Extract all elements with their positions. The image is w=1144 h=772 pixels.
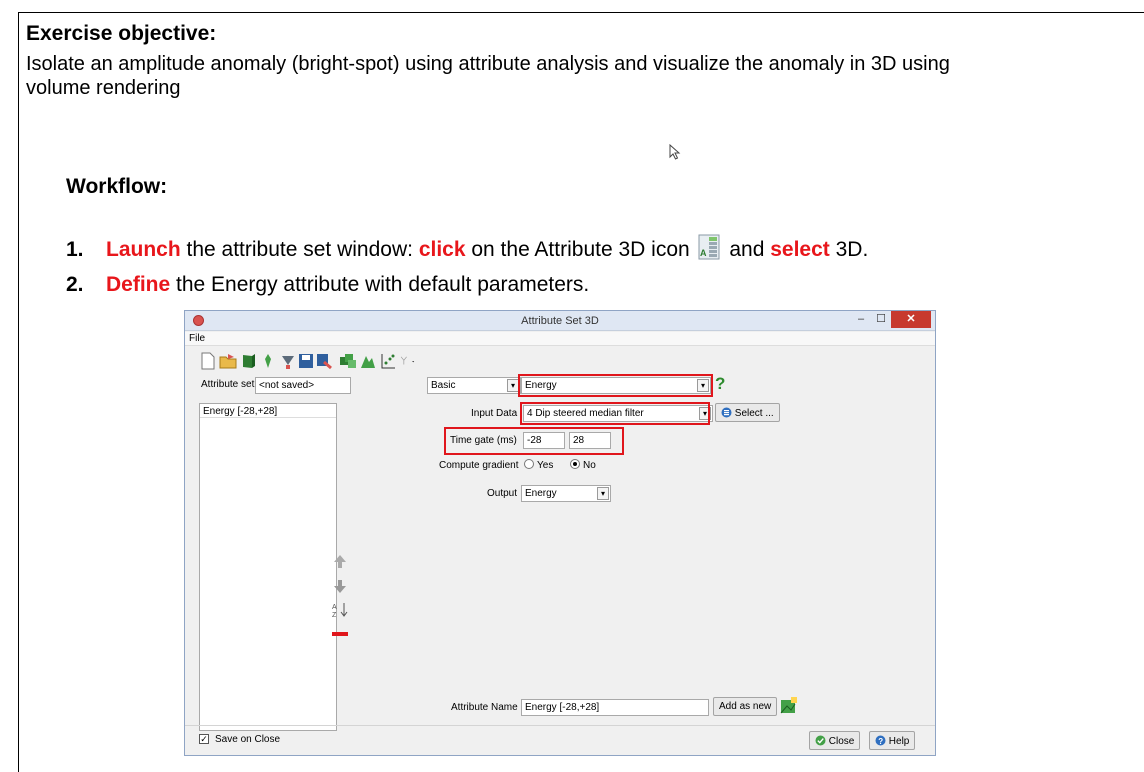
attribute-list: Energy [-28,+28]	[199, 403, 337, 731]
crossplot-icon[interactable]	[379, 351, 397, 371]
gradient-no-label: No	[583, 460, 596, 471]
attribute-name-field[interactable]: Energy [-28,+28]	[521, 699, 709, 716]
keyword-define: Define	[106, 273, 171, 296]
time-gate-end-field[interactable]: 28	[569, 432, 611, 449]
move-up-icon[interactable]	[331, 553, 349, 571]
menu-file[interactable]: File	[189, 333, 205, 344]
objective-title: Exercise objective:	[26, 22, 217, 45]
close-button-label: Close	[828, 736, 855, 747]
step-number: 2.	[66, 273, 84, 296]
window-close-button[interactable]: ✕	[891, 311, 931, 328]
save-as-icon[interactable]	[315, 351, 333, 371]
workflow-step-2: 2. Define the Energy attribute with defau…	[66, 273, 589, 297]
help-icon: ?	[875, 735, 886, 746]
remove-icon[interactable]	[331, 625, 349, 643]
keyword-click: click	[418, 238, 466, 261]
minimize-button[interactable]: –	[853, 311, 869, 328]
menubar: File	[185, 332, 935, 346]
attribute-3d-icon: A	[698, 234, 720, 260]
select-button-label: Select ...	[734, 408, 774, 419]
attribute-set-label: Attribute set	[201, 379, 255, 390]
step-number: 1.	[66, 238, 84, 261]
import-icon[interactable]	[279, 351, 297, 371]
gradient-yes-label: Yes	[537, 460, 554, 471]
save-on-close-label: Save on Close	[215, 734, 281, 745]
save-on-close-checkbox[interactable]: ✓	[199, 734, 209, 744]
open-folder-icon[interactable]	[219, 351, 237, 371]
output-value: Energy	[525, 488, 557, 499]
workflow-step-1: 1. Launch the attribute set window: click…	[66, 234, 868, 262]
step-text: the attribute set window:	[180, 238, 419, 261]
footer-separator	[185, 725, 935, 726]
step-text: the Energy attribute with default parame…	[170, 273, 590, 296]
select-input-button[interactable]: Select ...	[715, 403, 780, 422]
save-icon[interactable]	[297, 351, 315, 371]
step-text: and	[723, 238, 771, 261]
window-title: Attribute Set 3D	[521, 315, 599, 327]
step-text: 3D.	[829, 238, 869, 261]
time-gate-label: Time gate (ms)	[450, 435, 517, 446]
keyword-launch: Launch	[106, 238, 181, 261]
check-circle-icon	[815, 735, 826, 746]
maximize-button[interactable]: ☐	[873, 311, 889, 328]
help-question-icon[interactable]: ?	[715, 374, 725, 394]
tools-dropdown-icon[interactable]	[399, 351, 417, 371]
radio-no[interactable]	[570, 459, 580, 469]
svg-text:A: A	[700, 248, 707, 258]
output-select[interactable]: Energy ▾	[521, 485, 611, 502]
attribute-add-icon[interactable]	[779, 696, 799, 716]
gradient-no-option[interactable]: No	[567, 459, 596, 471]
list-item[interactable]: Energy [-28,+28]	[200, 404, 336, 418]
time-gate-start-field[interactable]: -28	[523, 432, 565, 449]
attribute-set-field[interactable]: <not saved>	[255, 377, 351, 394]
pin-icon[interactable]	[259, 351, 277, 371]
mode-select[interactable]: Basic ▾	[427, 377, 521, 394]
close-button[interactable]: Close	[809, 731, 861, 750]
move-down-icon[interactable]	[331, 577, 349, 595]
new-file-icon[interactable]	[199, 351, 217, 371]
highlight-box	[518, 374, 713, 397]
mode-select-value: Basic	[431, 380, 456, 391]
radio-yes[interactable]	[524, 459, 534, 469]
keyword-select: select	[770, 238, 830, 261]
attribute-name-label: Attribute Name	[451, 702, 518, 713]
compute-gradient-label: Compute gradient	[439, 460, 519, 471]
list-icon	[721, 407, 732, 418]
attribute-green-icon[interactable]	[339, 351, 357, 371]
svg-text:A: A	[332, 604, 337, 611]
sort-az-icon[interactable]: AZ	[331, 601, 349, 619]
chevron-down-icon: ▾	[597, 487, 609, 500]
output-label: Output	[487, 488, 518, 499]
step-text: on the Attribute 3D icon	[465, 238, 696, 261]
highlight-box	[520, 402, 710, 425]
evaluate-icon[interactable]	[359, 351, 377, 371]
svg-text:Z: Z	[332, 612, 337, 619]
add-as-new-button[interactable]: Add as new	[713, 697, 778, 716]
mouse-cursor-icon	[669, 144, 681, 160]
add-as-new-label: Add as new	[719, 701, 772, 712]
cube-icon[interactable]	[239, 351, 257, 371]
svg-text:?: ?	[878, 737, 883, 746]
objective-text: Isolate an amplitude anomaly (bright-spo…	[26, 53, 950, 99]
input-data-label: Input Data	[471, 408, 518, 419]
window-titlebar: Attribute Set 3D – ☐ ✕	[185, 311, 935, 331]
help-button[interactable]: ? Help	[869, 731, 916, 750]
workflow-title: Workflow:	[66, 175, 168, 198]
attribute-set-window: Attribute Set 3D – ☐ ✕ File Attribute se…	[184, 310, 936, 756]
gradient-yes-option[interactable]: Yes	[521, 459, 553, 471]
help-button-label: Help	[888, 736, 910, 747]
